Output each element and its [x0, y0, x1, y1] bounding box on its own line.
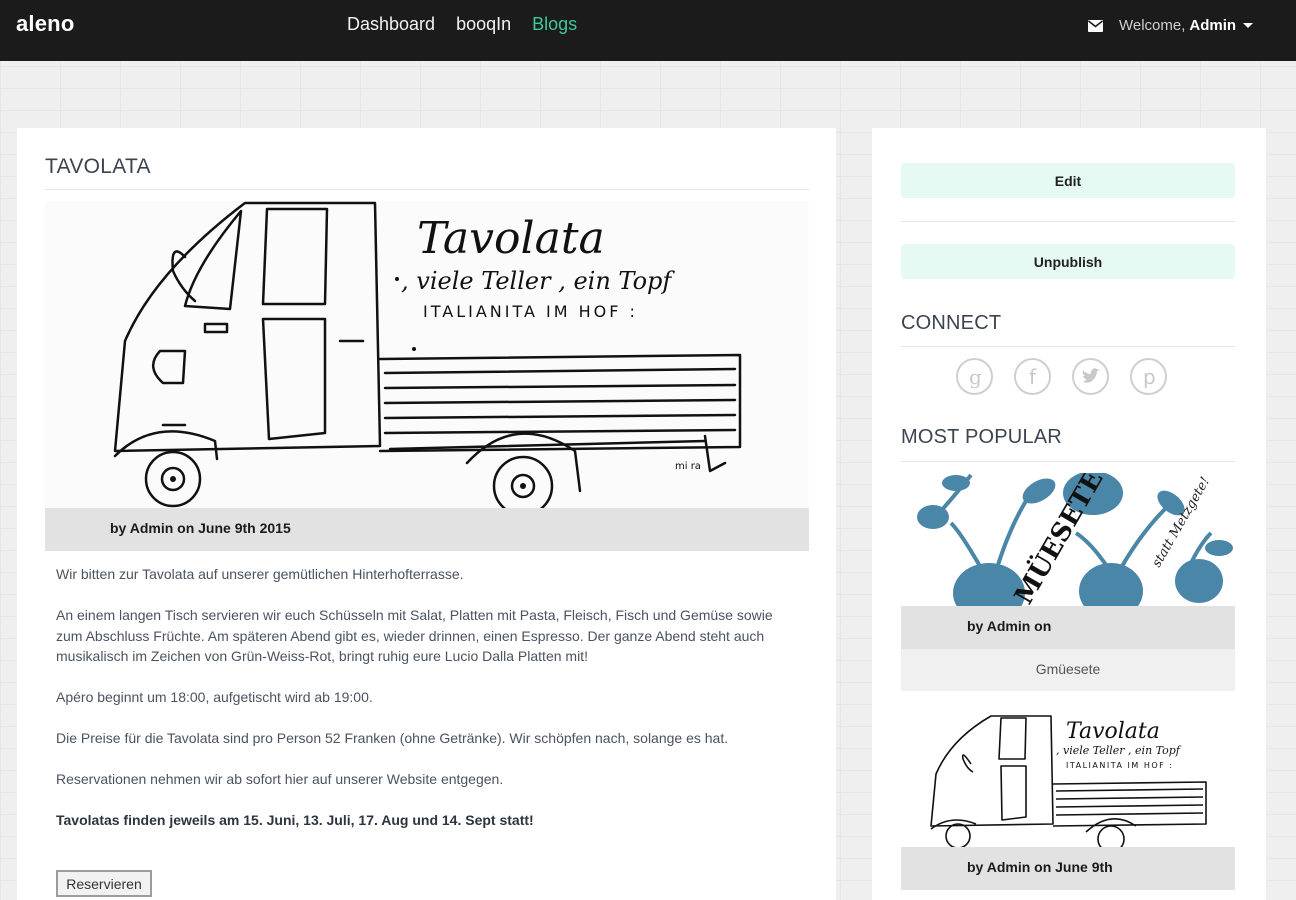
popular-image-tagline: ITALIANITA IM HOF : — [1066, 761, 1173, 770]
hero-signature: mi ra — [675, 461, 701, 472]
popular-item-byline: by Admin on — [901, 606, 1235, 649]
popular-item-title[interactable]: Gmüesete — [901, 649, 1235, 691]
post-dates-paragraph: Tavolatas finden jeweils am 15. Juni, 13… — [56, 812, 534, 828]
user-menu[interactable]: Welcome, Admin — [1088, 17, 1254, 34]
chevron-down-icon — [1243, 23, 1254, 28]
svg-text:f: f — [1029, 366, 1037, 388]
post-body: Wir bitten zur Tavolata auf unserer gemü… — [56, 564, 796, 851]
popular-item-image[interactable]: Tavolata , viele Teller , ein Topf ITALI… — [901, 714, 1235, 847]
social-links: g f p — [956, 358, 1167, 395]
sidebar-divider — [901, 221, 1235, 222]
post-paragraph: An einem langen Tisch servieren wir euch… — [56, 607, 773, 664]
unpublish-button[interactable]: Unpublish — [901, 244, 1235, 279]
post-card: TAVOLATA Tavolata , viele Teller , ein T… — [17, 128, 836, 900]
nav-link-booqin[interactable]: booqIn — [456, 14, 511, 35]
hero-subtitle-text: , viele Teller , ein Topf — [401, 267, 675, 295]
post-paragraph: Apéro beginnt um 18:00, aufgetischt wird… — [56, 689, 373, 705]
title-divider — [45, 189, 809, 190]
main-nav: Dashboard booqIn Blogs — [347, 14, 577, 35]
envelope-icon[interactable] — [1088, 19, 1103, 32]
page-title: TAVOLATA — [45, 155, 151, 178]
post-hero-image: Tavolata , viele Teller , ein Topf ITALI… — [45, 201, 809, 508]
svg-text:p: p — [1143, 366, 1156, 388]
popular-image-text: Tavolata — [1066, 719, 1160, 744]
most-popular-heading: MOST POPULAR — [901, 426, 1062, 448]
popular-item-byline: by Admin on June 9th — [901, 847, 1235, 890]
post-paragraph: Wir bitten zur Tavolata auf unserer gemü… — [56, 566, 464, 582]
pinterest-icon[interactable]: p — [1130, 358, 1167, 395]
brand-logo[interactable]: aleno — [16, 11, 74, 37]
user-name: Admin — [1189, 17, 1237, 34]
svg-text:g: g — [969, 366, 982, 388]
edit-button[interactable]: Edit — [901, 163, 1235, 198]
popular-divider — [901, 461, 1235, 462]
nav-link-blogs[interactable]: Blogs — [532, 14, 577, 35]
connect-heading: CONNECT — [901, 312, 1002, 334]
post-byline: by Admin on June 9th 2015 — [45, 508, 809, 551]
sidebar-card: Edit Unpublish CONNECT g f p MOST POPULA… — [872, 128, 1266, 900]
top-navbar: aleno Dashboard booqIn Blogs Welcome, Ad… — [0, 0, 1296, 61]
twitter-icon[interactable] — [1072, 358, 1109, 395]
nav-link-dashboard[interactable]: Dashboard — [347, 14, 435, 35]
post-paragraph: Reservationen nehmen wir ab sofort hier … — [56, 771, 504, 787]
popular-item-image[interactable]: MÜESETE statt Metzgete! — [901, 473, 1235, 606]
hero-tagline-text: ITALIANITA IM HOF : — [423, 302, 638, 321]
connect-divider — [901, 346, 1235, 347]
popular-image-subtext: , viele Teller , ein Topf — [1056, 744, 1182, 757]
welcome-text: Welcome, — [1119, 17, 1186, 34]
facebook-icon[interactable]: f — [1014, 358, 1051, 395]
post-paragraph: Die Preise für die Tavolata sind pro Per… — [56, 730, 729, 746]
hero-title-text: Tavolata — [417, 213, 605, 264]
popular-image-subtext: statt Metzgete! — [1149, 475, 1213, 570]
google-icon[interactable]: g — [956, 358, 993, 395]
reserve-button[interactable]: Reservieren — [56, 870, 152, 897]
